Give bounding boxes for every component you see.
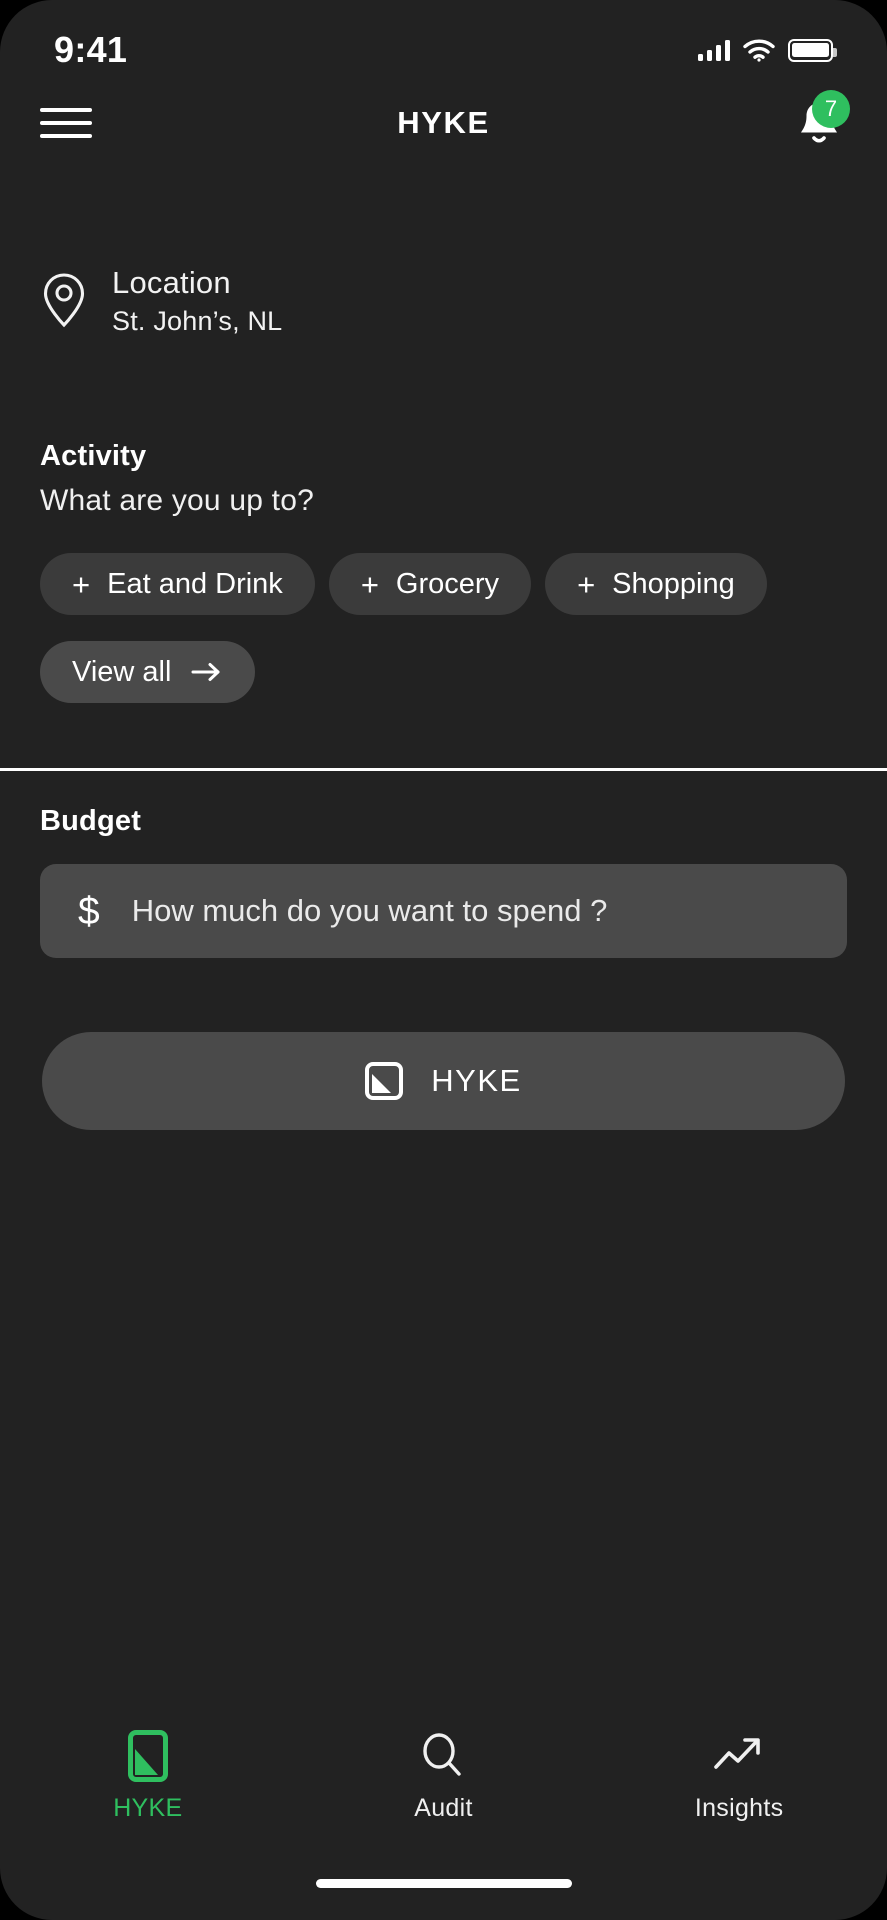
app-title: HYKE [397, 105, 490, 140]
budget-section: Budget $ How much do you want to spend ? [40, 805, 847, 958]
tab-audit[interactable]: Audit [353, 1732, 533, 1823]
location-label: Location [112, 265, 231, 300]
phone-screen: 9:41 HYKE 7 Location St. John’s, NL Acti… [0, 0, 887, 1920]
wifi-icon [743, 39, 775, 62]
activity-chip-shopping[interactable]: + Shopping [545, 553, 767, 615]
status-bar-time: 9:41 [54, 29, 128, 70]
home-indicator[interactable] [315, 1879, 572, 1888]
section-divider [0, 768, 887, 771]
budget-input-placeholder: How much do you want to spend ? [131, 893, 608, 928]
status-bar-indicators [697, 38, 837, 62]
tab-hyke[interactable]: HYKE [58, 1730, 238, 1823]
activity-chip-eat-and-drink[interactable]: + Eat and Drink [40, 553, 315, 615]
hyke-submit-button[interactable]: HYKE [42, 1032, 845, 1130]
plus-icon: + [577, 566, 596, 602]
battery-full-icon [788, 38, 837, 62]
cellular-signal-icon [697, 39, 730, 61]
hyke-square-icon [365, 1062, 404, 1100]
location-pin-icon [43, 273, 85, 328]
trending-up-icon [714, 1738, 760, 1769]
activity-subtitle: What are you up to? [40, 484, 314, 517]
location-value: St. John’s, NL [112, 306, 283, 336]
activity-chip-label: Grocery [395, 567, 500, 600]
tab-insights-icon-wrap [712, 1732, 766, 1780]
activity-chip-grocery[interactable]: + Grocery [328, 553, 532, 615]
view-all-button[interactable]: View all [40, 641, 256, 703]
location-section[interactable]: Location St. John’s, NL [40, 265, 282, 337]
search-icon [423, 1733, 462, 1776]
tab-audit-icon-wrap [418, 1732, 468, 1780]
notification-button[interactable]: 7 [791, 90, 850, 151]
app-header: HYKE 7 [0, 78, 887, 168]
activity-section: Activity What are you up to? + Eat and D… [40, 440, 887, 703]
tab-hyke-label: HYKE [113, 1794, 183, 1822]
view-all-label: View all [72, 655, 172, 688]
tab-audit-label: Audit [414, 1794, 473, 1822]
status-bar: 9:41 [0, 0, 887, 78]
hyke-submit-label: HYKE [431, 1063, 522, 1098]
hamburger-menu-icon[interactable] [40, 99, 92, 147]
tab-insights-label: Insights [694, 1794, 784, 1822]
tab-hyke-icon-wrap [127, 1730, 168, 1782]
tab-insights[interactable]: Insights [649, 1732, 829, 1823]
hyke-square-icon [127, 1730, 168, 1782]
notification-badge: 7 [812, 90, 850, 128]
dollar-icon: $ [78, 889, 100, 933]
plus-icon: + [72, 566, 91, 602]
budget-title: Budget [40, 805, 142, 837]
plus-icon: + [360, 566, 379, 602]
activity-chip-label: Shopping [612, 567, 735, 600]
arrow-right-icon [191, 663, 220, 681]
bottom-navigation: HYKE Audit Insights [0, 1722, 887, 1842]
activity-chip-label: Eat and Drink [107, 567, 283, 600]
activity-chip-row[interactable]: + Eat and Drink + Grocery + Shopping [40, 553, 887, 615]
activity-title: Activity [40, 440, 147, 472]
budget-input[interactable]: $ How much do you want to spend ? [40, 864, 847, 958]
